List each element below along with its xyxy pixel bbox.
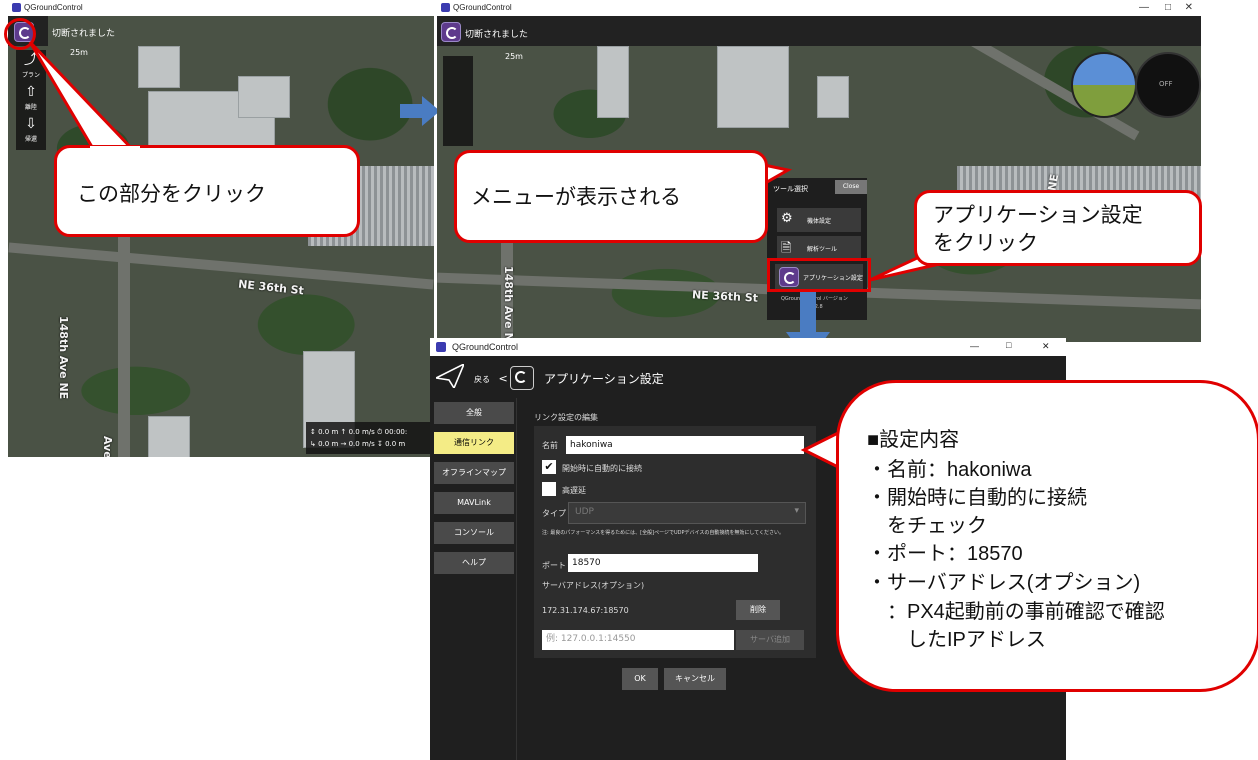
dialog-minimize-button[interactable]: —	[970, 341, 979, 351]
settings-nav: 全般 通信リンク オフラインマップ MAVLink コンソール ヘルプ	[430, 398, 517, 760]
street-label-148th: 148th Ave NE	[502, 266, 515, 342]
paper-plane-icon	[436, 364, 464, 388]
server-address-label: サーバアドレス(オプション)	[542, 581, 645, 590]
settings-summary-heading: ■設定内容	[867, 429, 960, 451]
tool-vehicle-setup[interactable]: ⚙ 機体設定	[777, 208, 861, 232]
server-address-value: 172.31.174.67:18570	[542, 606, 629, 615]
right-arrow	[400, 96, 440, 126]
right-window-title: QGroundControl	[453, 3, 512, 12]
nav-console[interactable]: コンソール	[434, 522, 514, 544]
section-title: リンク設定の編集	[534, 413, 598, 422]
callout-app-settings-line1: アプリケーション設定	[933, 204, 1143, 227]
qgc-logo-icon	[441, 3, 450, 12]
highlight-app-settings	[767, 258, 871, 292]
callout-click-here-text: この部分をクリック	[77, 183, 266, 206]
name-label: 名前	[542, 441, 558, 450]
right-status-text: 切断されました	[465, 30, 529, 40]
qgc-logo-icon	[436, 342, 446, 352]
app-settings-header-icon	[510, 366, 534, 390]
callout-pointer-1-cover	[90, 146, 140, 156]
dialog-heading: アプリケーション設定	[544, 372, 664, 386]
tool-analyze[interactable]: 🗎 解析ツール	[777, 236, 861, 260]
settings-summary-line: ・開始時に自動的に接続	[867, 487, 1087, 509]
autoconnect-label: 開始時に自動的に接続	[562, 464, 642, 473]
nav-help[interactable]: ヘルプ	[434, 552, 514, 574]
back-button[interactable]: 戻る <	[474, 372, 508, 385]
settings-summary-line: したIPアドレス	[867, 629, 1046, 651]
tool-vehicle-setup-label: 機体設定	[807, 218, 832, 225]
callout-settings-summary: ■設定内容 ・名前：hakoniwa ・開始時に自動的に接続 をチェック ・ポー…	[836, 380, 1258, 692]
back-arrow: <	[498, 372, 508, 385]
server-address-input[interactable]: 例: 127.0.0.1:14550	[542, 630, 734, 650]
nav-offline-maps[interactable]: オフラインマップ	[434, 462, 514, 484]
map-building	[138, 46, 180, 88]
telemetry-line-1: ↕ 0.0 m ↑ 0.0 m/s ⏱ 00:00:	[310, 428, 408, 436]
tool-menu-close-button[interactable]: Close	[835, 180, 867, 194]
map-building	[817, 76, 849, 118]
nav-comm-links[interactable]: 通信リンク	[434, 432, 514, 454]
tool-analyze-label: 解析ツール	[807, 246, 838, 253]
name-input[interactable]: hakoniwa	[566, 436, 804, 454]
type-select-value: UDP	[575, 507, 594, 517]
port-input[interactable]: 18570	[568, 554, 758, 572]
attitude-indicator	[1071, 52, 1137, 118]
map-building	[148, 416, 190, 457]
callout-menu-shown-text: メニューが表示される	[471, 186, 681, 209]
settings-summary-line: をチェック	[867, 515, 987, 537]
telemetry-line-2: ↳ 0.0 m → 0.0 m/s ↧ 0.0 m	[310, 440, 406, 448]
udp-note: 注: 最良のパフォーマンスを得るためには、[全般]ページでUDPデバイスの自動接…	[542, 530, 785, 536]
map-road	[8, 242, 434, 290]
window-maximize-button[interactable]: □	[1165, 2, 1171, 13]
window-minimize-button[interactable]: —	[1139, 2, 1149, 13]
callout-click-here: この部分をクリック	[54, 145, 360, 237]
street-label-ave-ne: Ave NE	[101, 436, 114, 457]
add-server-button[interactable]: サーバ追加	[736, 630, 804, 650]
callout-click-app-settings: アプリケーション設定 をクリック	[914, 190, 1202, 266]
window-close-button[interactable]: ✕	[1185, 2, 1193, 13]
compass-status-text: OFF	[1159, 80, 1173, 88]
right-tool-strip	[443, 56, 473, 146]
right-main-toolbar	[437, 16, 1201, 46]
dialog-window-title: QGroundControl	[452, 342, 519, 352]
type-label: タイプ	[542, 509, 566, 518]
gears-icon: ⚙	[781, 211, 793, 226]
highlatency-checkbox[interactable]	[542, 482, 556, 496]
highlatency-label: 高遅延	[562, 486, 586, 495]
cancel-button[interactable]: キャンセル	[664, 668, 726, 690]
dialog-maximize-button[interactable]: □	[1006, 340, 1011, 350]
nav-general[interactable]: 全般	[434, 402, 514, 424]
settings-summary-line: ：PX4起動前の事前確認で確認	[867, 601, 1165, 623]
map-building	[717, 46, 789, 128]
telemetry-panel: ↕ 0.0 m ↑ 0.0 m/s ⏱ 00:00: ↳ 0.0 m → 0.0…	[306, 422, 434, 454]
settings-summary-line: ・名前：hakoniwa	[867, 459, 1032, 481]
callout-menu-shown: メニューが表示される	[454, 150, 768, 243]
dialog-close-button[interactable]: ✕	[1042, 341, 1050, 352]
right-scale-label: 25m	[505, 52, 523, 61]
back-label: 戻る	[474, 375, 490, 384]
settings-summary-line: ・ポート：18570	[867, 543, 1023, 565]
delete-server-button[interactable]: 削除	[736, 600, 780, 620]
ok-button[interactable]: OK	[622, 668, 658, 690]
server-address-placeholder: 例: 127.0.0.1:14550	[546, 634, 636, 644]
nav-mavlink[interactable]: MAVLink	[434, 492, 514, 514]
street-label-ne36: NE 36th St	[237, 277, 305, 298]
autoconnect-checkbox[interactable]: ✔	[542, 460, 556, 474]
port-label: ポート	[542, 561, 566, 570]
street-label-148th: 148th Ave NE	[57, 316, 70, 400]
dialog-titlebar: QGroundControl — □ ✕	[430, 338, 1066, 356]
qgc-menu-icon[interactable]	[441, 22, 461, 42]
compass-indicator: OFF	[1135, 52, 1201, 118]
map-building	[597, 46, 629, 118]
callout-app-settings-line2: をクリック	[933, 232, 1038, 255]
settings-summary-line: ・サーバアドレス(オプション)	[867, 572, 1141, 594]
link-edit-panel: 名前 hakoniwa ✔ 開始時に自動的に接続 高遅延 タイプ UDP ▾ 注…	[534, 426, 816, 658]
type-select[interactable]: UDP ▾	[568, 502, 806, 524]
right-window-titlebar: QGroundControl — □ ✕	[437, 0, 1201, 16]
map-building	[238, 76, 290, 118]
street-label-ne36: NE 36th St	[691, 288, 759, 305]
chevron-down-icon: ▾	[794, 506, 799, 516]
